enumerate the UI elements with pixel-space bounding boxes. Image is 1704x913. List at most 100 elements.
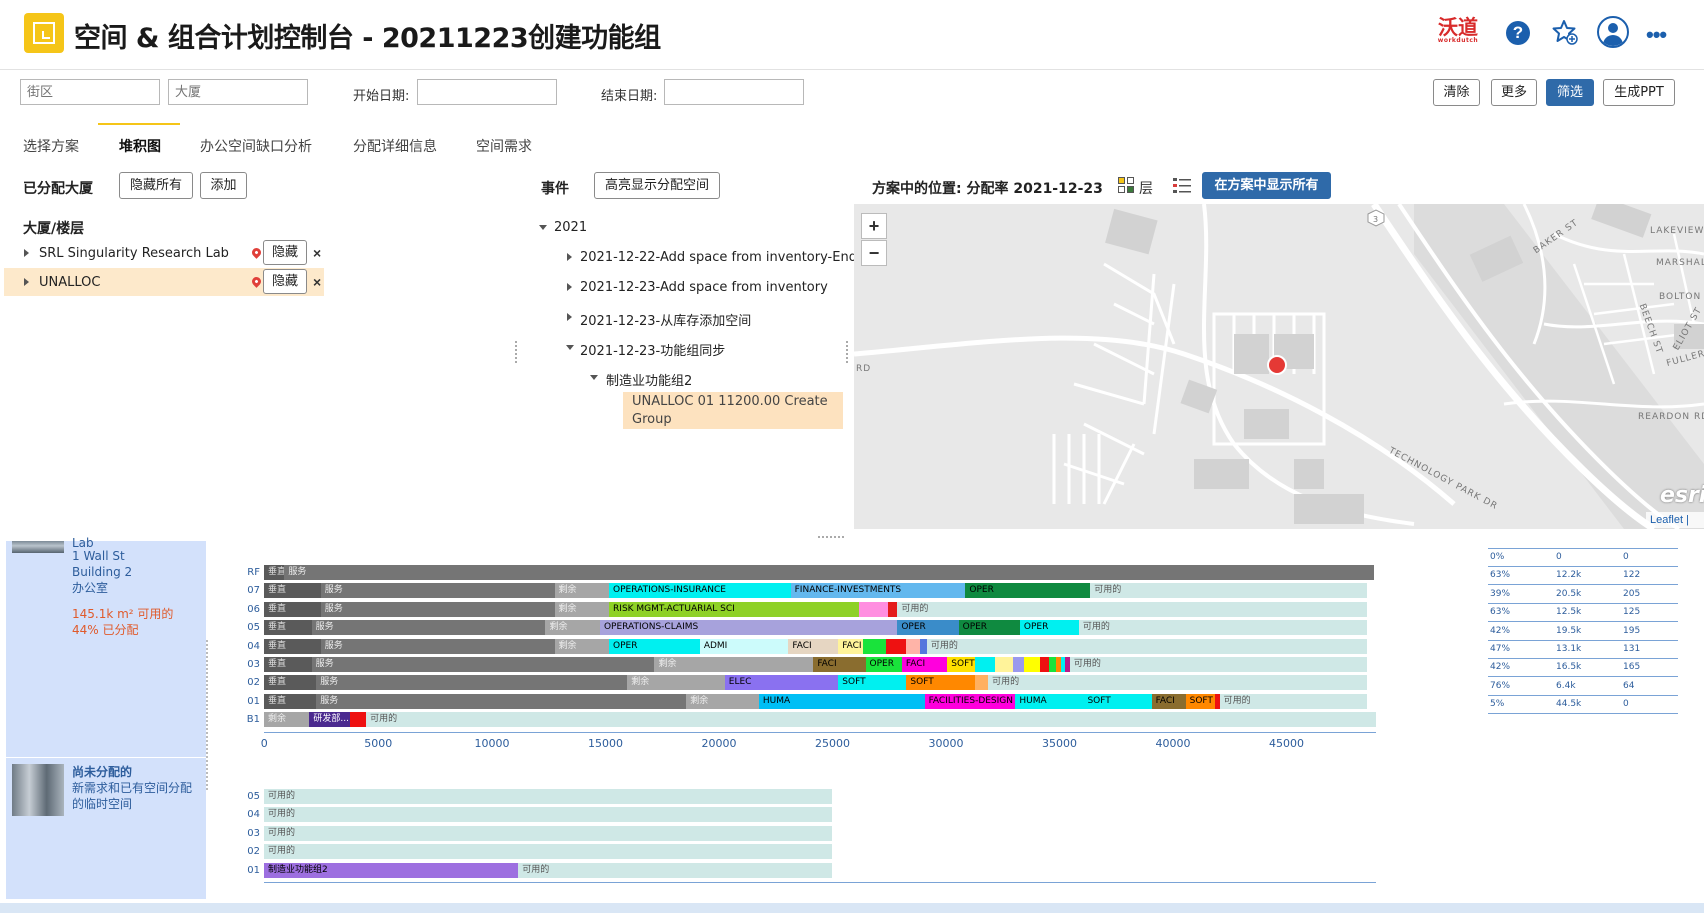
- hide-building-button[interactable]: 隐藏: [263, 269, 307, 294]
- bar-segment[interactable]: [350, 712, 367, 728]
- bar-segment[interactable]: 服务: [316, 675, 628, 691]
- help-icon[interactable]: ?: [1506, 21, 1530, 45]
- floor-bar-04[interactable]: 可用的: [264, 807, 832, 823]
- bar-segment[interactable]: FACI: [901, 657, 948, 672]
- expand-caret-icon[interactable]: [567, 253, 572, 261]
- bar-segment[interactable]: 剩余: [554, 583, 610, 599]
- bar-segment[interactable]: HUMA: [758, 693, 925, 709]
- collapse-caret-icon[interactable]: [590, 375, 598, 380]
- more-button[interactable]: 更多: [1491, 79, 1537, 106]
- panel-splitter-right[interactable]: [846, 341, 849, 363]
- bar-segment[interactable]: 垂直: [264, 657, 312, 672]
- event-year[interactable]: 2021: [554, 220, 587, 235]
- show-all-in-scenario-button[interactable]: 在方案中显示所有: [1202, 172, 1331, 199]
- clear-button[interactable]: 清除: [1433, 79, 1480, 106]
- bar-segment[interactable]: FACI: [1151, 693, 1186, 709]
- bar-segment[interactable]: OPER: [958, 620, 1020, 636]
- floor-bar-02[interactable]: 可用的: [264, 844, 832, 860]
- bar-segment[interactable]: OPERATIONS-INSURANCE: [609, 583, 791, 599]
- add-building-button[interactable]: 添加: [200, 172, 247, 199]
- bar-segment[interactable]: OPERATIONS-CLAIMS: [599, 620, 898, 636]
- bar-segment[interactable]: [1024, 657, 1041, 672]
- building-input[interactable]: [168, 79, 308, 105]
- card-splitter[interactable]: [206, 640, 208, 790]
- bar-segment[interactable]: 垂直: [264, 565, 285, 580]
- bar-segment[interactable]: 垂直: [264, 693, 317, 709]
- bar-segment[interactable]: HUMA: [1015, 693, 1084, 709]
- floor-bar-01[interactable]: 制造业功能组2 可用的: [264, 862, 832, 878]
- bar-segment[interactable]: 服务: [311, 657, 655, 672]
- floor-bar-04[interactable]: 垂直 服务 剩余 OPER ADMI FACI FACI 可用的: [264, 638, 1368, 654]
- bar-segment[interactable]: SOFT: [1083, 693, 1152, 709]
- bar-segment[interactable]: 剩余: [545, 620, 600, 636]
- bar-segment[interactable]: 研发部...: [309, 712, 351, 728]
- bar-segment[interactable]: SOFT: [838, 675, 907, 691]
- building-location-marker[interactable]: [1267, 355, 1287, 375]
- bar-segment[interactable]: [1049, 657, 1057, 672]
- bar-segment[interactable]: 服务: [311, 620, 546, 636]
- bar-segment[interactable]: [974, 657, 995, 672]
- floor-bar-06[interactable]: 垂直 服务 剩余 RISK MGMT-ACTUARIAL SCI 可用的: [264, 601, 1368, 617]
- event-item[interactable]: 2021-12-23-Add space from inventory: [580, 280, 828, 295]
- tab-space-requirements[interactable]: 空间需求: [476, 136, 532, 156]
- bar-segment[interactable]: 服务: [320, 583, 555, 599]
- user-avatar-icon[interactable]: [1597, 16, 1629, 48]
- expand-caret-icon[interactable]: [24, 278, 29, 286]
- bar-segment[interactable]: 剩余: [554, 601, 610, 617]
- more-menu-icon[interactable]: •••: [1646, 22, 1674, 50]
- tab-allocation-details[interactable]: 分配详细信息: [353, 136, 437, 156]
- zoom-in-button[interactable]: +: [861, 213, 887, 239]
- floor-bar-03[interactable]: 可用的: [264, 825, 832, 841]
- bar-segment[interactable]: 垂直: [264, 675, 317, 691]
- building-card[interactable]: Lab 1 Wall St Building 2 办公室 145.1k m² 可…: [6, 536, 206, 757]
- list-view-icon[interactable]: [1173, 177, 1191, 193]
- bar-segment[interactable]: ELEC: [724, 675, 839, 691]
- tab-office-gap-analysis[interactable]: 办公空间缺口分析: [200, 136, 312, 156]
- horizontal-splitter[interactable]: [818, 536, 844, 538]
- tab-select-scenario[interactable]: 选择方案: [23, 136, 79, 156]
- bar-segment[interactable]: 垂直: [264, 620, 312, 636]
- collapse-caret-icon[interactable]: [539, 225, 547, 230]
- floor-bar-01[interactable]: 垂直 服务 剩余 HUMA FACILITIES-DESIGN HUMA SOFT FACI S…: [264, 693, 1368, 709]
- floor-bar-03[interactable]: 垂直 服务 剩余 FACI OPER FACI SOFT 可用的: [264, 657, 1368, 672]
- bar-segment[interactable]: FINANCE-INVESTMENTS: [790, 583, 966, 599]
- hide-all-button[interactable]: 隐藏所有: [119, 172, 193, 199]
- floor-bar-05[interactable]: 可用的: [264, 789, 832, 804]
- zoom-out-button[interactable]: −: [861, 240, 887, 266]
- remove-building-icon[interactable]: ×: [313, 274, 321, 290]
- end-date-input[interactable]: [664, 79, 804, 105]
- floor-bar-RF[interactable]: 垂直 服务: [264, 565, 1375, 580]
- bar-segment[interactable]: SOFT: [947, 657, 975, 672]
- favorite-star-icon[interactable]: [1551, 18, 1579, 46]
- bar-segment[interactable]: [994, 657, 1014, 672]
- leaflet-attribution-link[interactable]: Leaflet |: [1646, 512, 1704, 528]
- bar-segment[interactable]: [858, 601, 889, 617]
- bar-segment[interactable]: 服务: [320, 638, 555, 654]
- highlight-allocated-button[interactable]: 高亮显示分配空间: [594, 172, 720, 199]
- floor-bar-05[interactable]: 垂直 服务 剩余 OPERATIONS-CLAIMS OPER OPER OPER 可用的: [264, 620, 1368, 636]
- bar-segment[interactable]: 服务: [316, 693, 687, 709]
- bar-segment[interactable]: [974, 675, 989, 691]
- bar-segment[interactable]: RISK MGMT-ACTUARIAL SCI: [609, 601, 859, 617]
- bar-segment[interactable]: FACI: [838, 638, 864, 654]
- bar-segment[interactable]: 服务: [320, 601, 555, 617]
- unallocated-card[interactable]: 尚未分配的 新需求和已有空间分配 的临时空间: [6, 758, 206, 899]
- map-pin-icon[interactable]: [250, 246, 263, 259]
- bar-segment[interactable]: 剩余: [264, 712, 310, 728]
- bar-segment[interactable]: 剩余: [554, 638, 610, 654]
- bar-segment[interactable]: [906, 638, 921, 654]
- generate-ppt-button[interactable]: 生成PPT: [1603, 79, 1675, 106]
- event-leaf-selected[interactable]: UNALLOC 01 11200.00 Create Group: [623, 392, 843, 429]
- bar-segment[interactable]: OPER: [609, 638, 700, 654]
- bar-segment[interactable]: ADMI: [699, 638, 789, 654]
- bar-segment[interactable]: OPER: [865, 657, 902, 672]
- collapse-caret-icon[interactable]: [566, 345, 574, 350]
- bar-segment[interactable]: [1040, 657, 1050, 672]
- bar-segment[interactable]: 服务: [284, 565, 1375, 580]
- map-pin-icon[interactable]: [250, 275, 263, 288]
- filter-button[interactable]: 筛选: [1546, 79, 1594, 106]
- bar-segment[interactable]: 垂直: [264, 583, 321, 599]
- bar-segment[interactable]: SOFT: [1185, 693, 1216, 709]
- location-map[interactable]: BAKER ST LAKEVIEW D MARSHAL BOLTON F BEE…: [854, 204, 1704, 529]
- floor-bar-02[interactable]: 垂直 服务 剩余 ELEC SOFT SOFT 可用的: [264, 675, 1368, 691]
